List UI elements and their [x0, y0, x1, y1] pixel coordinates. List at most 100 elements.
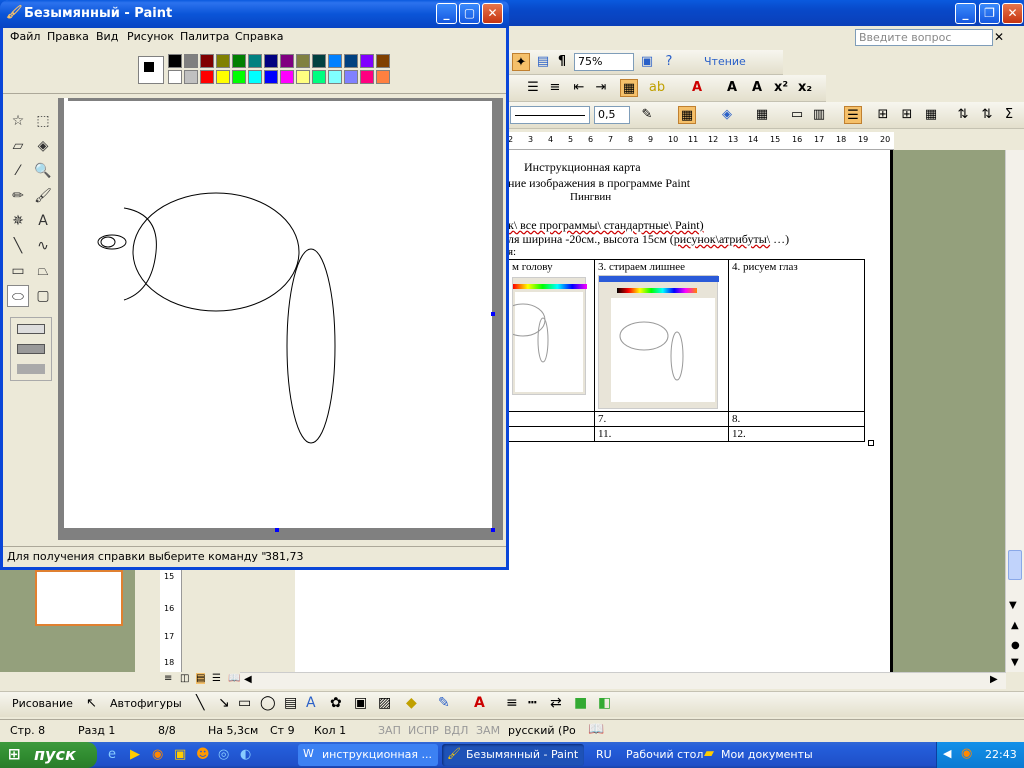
picker-icon[interactable]: ⁄: [7, 160, 29, 182]
fill-color-icon[interactable]: ◆: [406, 695, 417, 711]
game-icon[interactable]: ☻: [196, 747, 210, 762]
diagram-icon[interactable]: ✿: [330, 695, 342, 711]
app-icon[interactable]: ◉: [152, 747, 163, 762]
sort-asc-icon[interactable]: ⇅: [954, 106, 972, 124]
horizontal-scrollbar[interactable]: ◀ ▶: [240, 672, 1006, 689]
palette-swatch[interactable]: [328, 70, 342, 84]
status-trk[interactable]: ИСПР: [408, 724, 439, 737]
palette-swatch[interactable]: [312, 54, 326, 68]
select-objects-icon[interactable]: ↖: [86, 696, 97, 711]
page-thumbnail[interactable]: [35, 570, 123, 626]
airbrush-icon[interactable]: ✵: [7, 210, 29, 232]
scroll-down-arrow-icon[interactable]: ▼: [1009, 600, 1017, 611]
menu-image[interactable]: Рисунок: [127, 30, 174, 43]
option-outline-fill[interactable]: [17, 344, 45, 354]
horizontal-ruler[interactable]: 2 3 4 5 6 7 8 9 10 11 12 13 14 15 16 17 …: [508, 132, 894, 150]
draw-menu[interactable]: Рисование: [12, 697, 73, 710]
option-fill[interactable]: [17, 364, 45, 374]
table-cell[interactable]: 12.: [728, 426, 865, 442]
palette-swatch[interactable]: [296, 70, 310, 84]
close-button[interactable]: ✕: [1002, 3, 1023, 24]
clipart-icon[interactable]: ▣: [354, 695, 367, 711]
status-ext[interactable]: ВДЛ: [444, 724, 468, 737]
ask-question-input[interactable]: Введите вопрос: [855, 29, 993, 46]
scroll-thumb[interactable]: [1008, 550, 1022, 580]
current-colors[interactable]: [138, 56, 164, 84]
scroll-left-icon[interactable]: ◀: [244, 674, 252, 685]
palette-swatch[interactable]: [184, 54, 198, 68]
oval-tool-icon[interactable]: ◯: [260, 695, 276, 711]
vertical-scrollbar[interactable]: ▼ ▲ ● ▼: [1005, 150, 1024, 672]
palette-swatch[interactable]: [360, 70, 374, 84]
increase-indent-icon[interactable]: ⇥: [592, 79, 610, 97]
tray-app-icon[interactable]: ◉: [961, 746, 972, 761]
brush-icon[interactable]: 🖌: [32, 185, 54, 207]
palette-swatch[interactable]: [264, 70, 278, 84]
palette-swatch[interactable]: [200, 54, 214, 68]
distribute-rows-icon[interactable]: ⊞: [874, 106, 892, 124]
font-color-icon[interactable]: A: [688, 79, 706, 97]
language-indicator[interactable]: RU: [596, 748, 612, 761]
show-formatting-icon[interactable]: ¶: [553, 53, 571, 71]
table-cell[interactable]: 7.: [594, 411, 729, 427]
prev-page-icon[interactable]: ▲: [1011, 620, 1019, 631]
browser-icon[interactable]: ◐: [240, 747, 251, 762]
messenger-icon[interactable]: ◎: [218, 747, 229, 762]
highlight-icon[interactable]: ab: [648, 79, 666, 97]
paint-minimize-button[interactable]: _: [436, 3, 457, 24]
my-documents-toolbar[interactable]: Мои документы: [721, 748, 813, 761]
palette-swatch[interactable]: [184, 70, 198, 84]
reading-view-icon[interactable]: 📖: [228, 673, 240, 684]
subscript-icon[interactable]: x₂: [796, 79, 814, 97]
palette-swatch[interactable]: [216, 54, 230, 68]
shadow-icon[interactable]: ■: [574, 695, 587, 711]
text-icon[interactable]: A: [32, 210, 54, 232]
tray-expand-icon[interactable]: ◀: [943, 747, 951, 760]
desktop-toolbar[interactable]: Рабочий стол: [626, 748, 703, 761]
line-weight-select[interactable]: 0,5: [594, 106, 630, 124]
ie-icon[interactable]: e: [108, 747, 116, 762]
outline-view-icon[interactable]: ☰: [212, 673, 221, 684]
resize-handle[interactable]: [64, 98, 68, 102]
distribute-cols-icon[interactable]: ⊞: [898, 106, 916, 124]
merge-cells-icon[interactable]: ▭: [788, 106, 806, 124]
drawing-canvas[interactable]: [64, 101, 492, 528]
wordart-icon[interactable]: A: [306, 695, 316, 711]
line-icon[interactable]: ╲: [7, 235, 29, 257]
curve-icon[interactable]: ∿: [32, 235, 54, 257]
palette-swatch[interactable]: [232, 70, 246, 84]
palette-swatch[interactable]: [376, 54, 390, 68]
spelling-status-icon[interactable]: 📖: [588, 722, 604, 737]
superscript-icon[interactable]: x²: [772, 79, 790, 97]
document-map-icon[interactable]: ▤: [534, 53, 552, 71]
picture-icon[interactable]: ▨: [378, 695, 391, 711]
restore-button[interactable]: ❐: [979, 3, 1000, 24]
close-doc-icon[interactable]: ✕: [994, 30, 1004, 44]
fill-icon[interactable]: ◈: [32, 135, 54, 157]
resize-handle[interactable]: [491, 312, 495, 316]
font-color-draw-icon[interactable]: A: [474, 695, 485, 711]
minimize-button[interactable]: _: [955, 3, 976, 24]
palette-swatch[interactable]: [344, 54, 358, 68]
zoom-select[interactable]: 75%: [574, 53, 634, 71]
borders-icon[interactable]: ▦: [620, 79, 638, 97]
clock[interactable]: 22:43: [985, 748, 1017, 761]
media-player-icon[interactable]: ▶: [130, 747, 140, 762]
read-button[interactable]: Чтение: [684, 53, 754, 71]
tool-options[interactable]: [10, 317, 52, 381]
3d-icon[interactable]: ◧: [598, 695, 611, 711]
resize-handle[interactable]: [275, 528, 279, 532]
rect-select-icon[interactable]: ⬚: [32, 110, 54, 132]
table-cell[interactable]: 4. рисуем глаз: [728, 259, 865, 412]
shrink-font-icon[interactable]: A: [748, 79, 766, 97]
instruction-table[interactable]: м голову 3. стираем лишнее 4. рисуем гла…: [508, 259, 865, 442]
web-view-icon[interactable]: ◫: [180, 673, 189, 684]
print-view-icon[interactable]: ▤: [196, 673, 206, 684]
normal-view-icon[interactable]: ≡: [164, 673, 172, 684]
table-cell[interactable]: 8.: [728, 411, 865, 427]
paint-close-button[interactable]: ✕: [482, 3, 503, 24]
palette-swatch[interactable]: [168, 54, 182, 68]
research-icon[interactable]: ✦: [512, 53, 530, 71]
shading-icon[interactable]: ◈: [718, 106, 736, 124]
palette-swatch[interactable]: [360, 54, 374, 68]
